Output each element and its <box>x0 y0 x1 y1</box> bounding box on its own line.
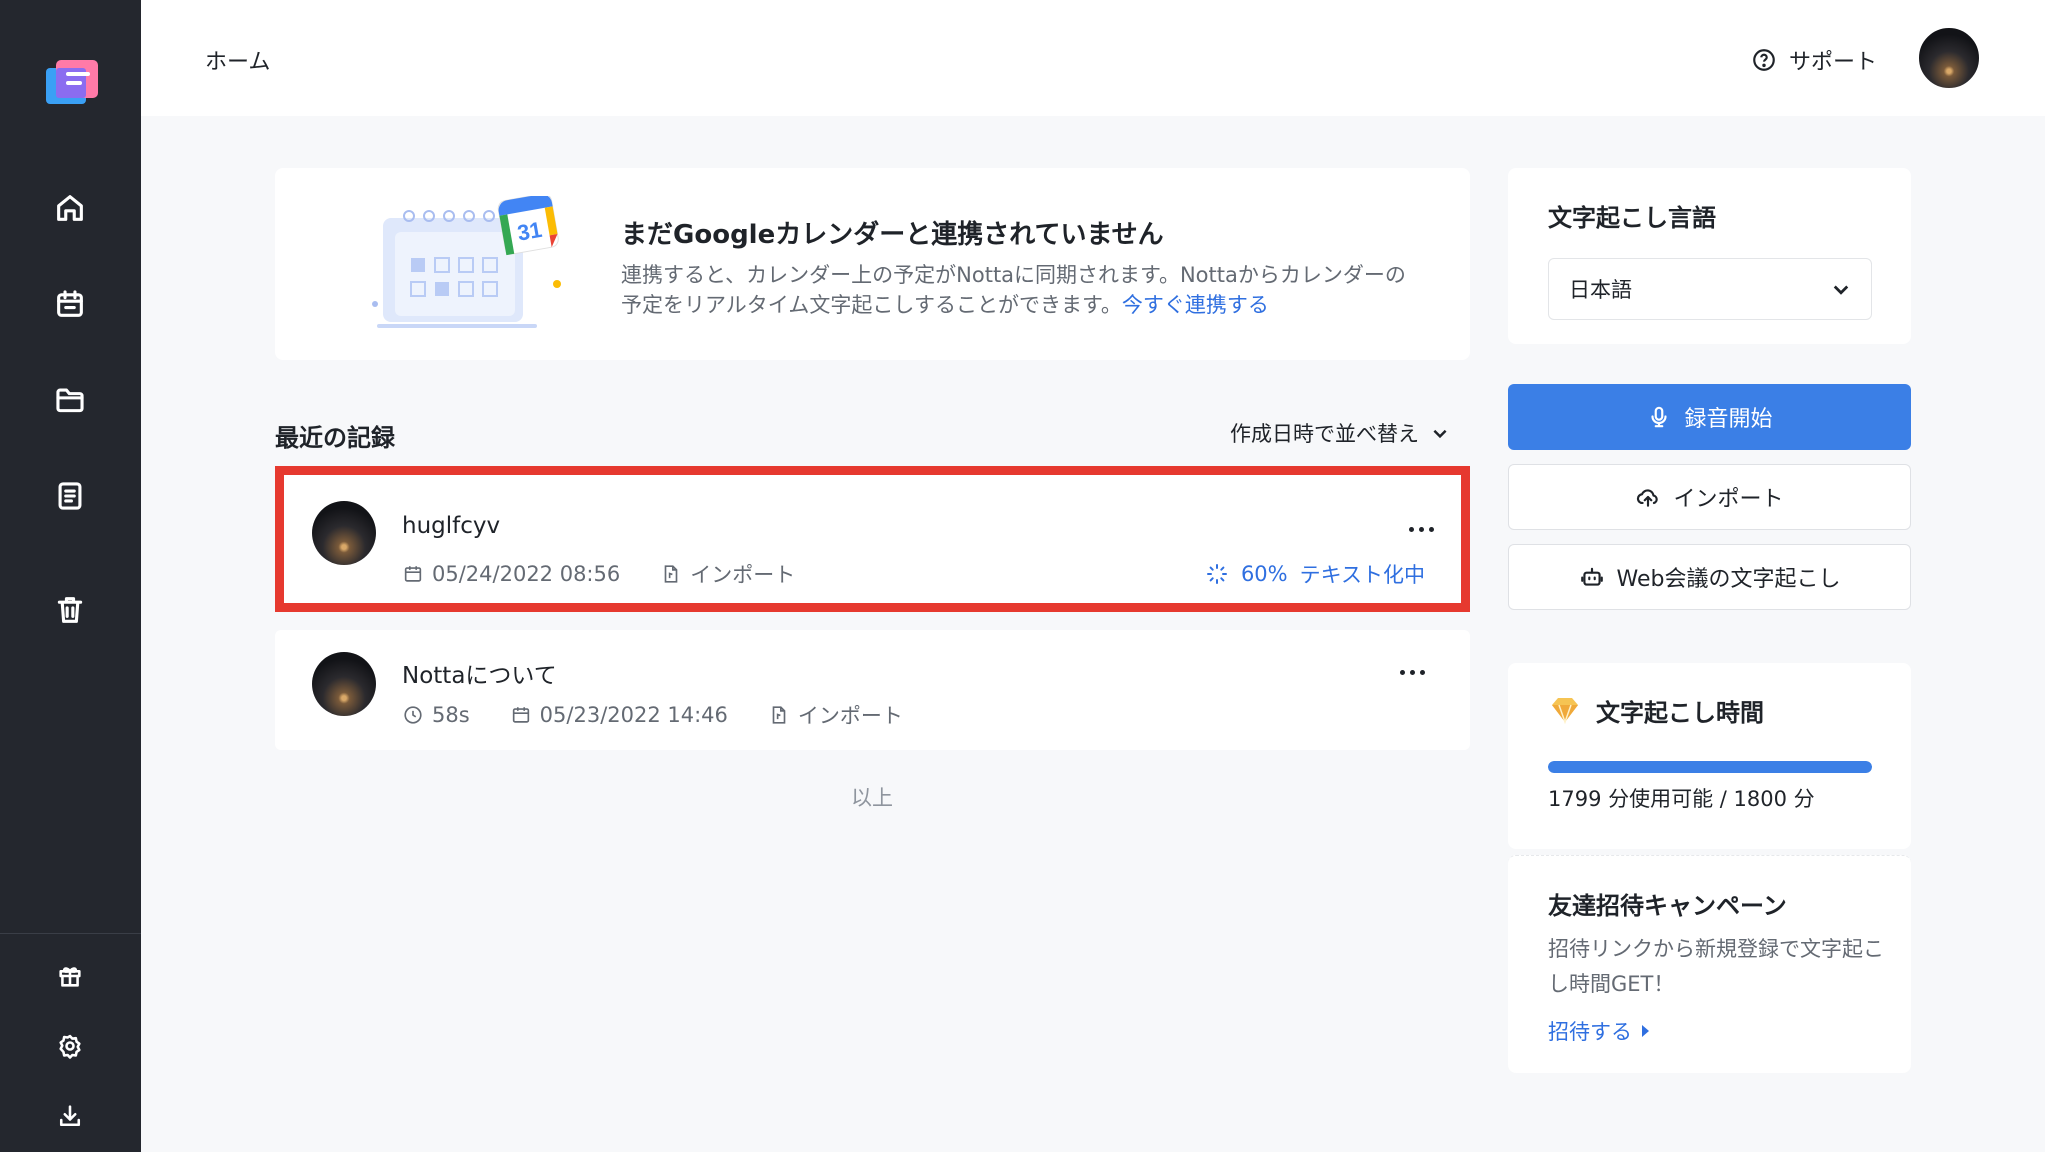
gift-icon[interactable] <box>50 956 90 996</box>
more-options-button[interactable] <box>1409 527 1434 532</box>
chevron-down-icon <box>1833 285 1849 295</box>
record-item[interactable]: huglfcyv 05/24/2022 08:56 インポート 60% テキスト… <box>275 466 1470 612</box>
trash-icon[interactable] <box>50 590 90 630</box>
chevron-down-icon <box>1433 429 1447 439</box>
record-avatar <box>312 652 376 716</box>
calendar-day-number: 31 <box>515 217 543 246</box>
download-icon[interactable] <box>50 1096 90 1136</box>
file-audio-icon <box>664 565 678 583</box>
transcription-time-text: 1799 分使用可能 / 1800 分 <box>1548 787 1815 811</box>
start-recording-button[interactable]: 録音開始 <box>1508 384 1911 450</box>
more-options-button[interactable] <box>1400 670 1425 675</box>
record-meta: 58s 05/23/2022 14:46 インポート <box>402 700 943 730</box>
record-source: インポート <box>768 700 903 730</box>
calendar-icon <box>404 566 422 582</box>
google-calendar-banner: 31 まだGoogleカレンダーと連携されていません 連携すると、カレンダー上の… <box>275 168 1470 360</box>
transcription-language-card: 文字起こし言語 日本語 <box>1508 168 1911 344</box>
diamond-icon <box>1552 697 1578 724</box>
calendar-icon[interactable] <box>50 284 90 324</box>
language-select[interactable]: 日本語 <box>1548 258 1872 320</box>
record-date: 05/23/2022 14:46 <box>510 703 728 727</box>
home-icon[interactable] <box>50 188 90 228</box>
banner-desc-line2: 予定をリアルタイム文字起こしすることができます。 <box>621 293 1122 317</box>
notta-logo-icon[interactable] <box>42 56 102 112</box>
top-header: ホーム サポート <box>141 0 2045 116</box>
record-date: 05/24/2022 08:56 <box>402 562 620 586</box>
microphone-icon <box>1651 406 1668 428</box>
transcription-time-progress-fill <box>1548 761 1872 773</box>
record-source: インポート <box>660 559 795 589</box>
banner-description: 連携すると、カレンダー上の予定がNottaに同期されます。Nottaからカレンダ… <box>621 260 1451 320</box>
transcription-time-card: 文字起こし時間 1799 分使用可能 / 1800 分 <box>1508 663 1911 849</box>
notes-icon[interactable] <box>50 476 90 516</box>
record-item[interactable]: Nottaについて 58s 05/23/2022 14:46 インポート <box>275 630 1470 750</box>
breadcrumb-home[interactable]: ホーム <box>205 44 270 76</box>
invite-link[interactable]: 招待する <box>1548 1016 1649 1046</box>
record-title: Nottaについて <box>402 663 557 689</box>
robot-icon <box>1580 567 1603 586</box>
support-link[interactable]: サポート <box>1751 44 1877 76</box>
help-icon <box>1753 49 1775 71</box>
support-label: サポート <box>1789 50 1878 75</box>
import-button[interactable]: インポート <box>1508 464 1911 530</box>
language-selected-value: 日本語 <box>1569 278 1632 302</box>
progress-status-text: テキスト化中 <box>1299 563 1425 587</box>
invite-description: 招待リンクから新規登録で文字起こし時間GET！ <box>1548 937 1884 996</box>
invite-campaign-card: 友達招待キャンペーン 招待リンクから新規登録で文字起こし時間GET！ 招待する <box>1508 855 1911 1073</box>
loading-spinner-icon <box>1206 564 1227 584</box>
calendar-illustration: 31 <box>365 193 575 336</box>
end-of-list-label: 以上 <box>851 786 893 810</box>
progress-percent: 60% <box>1240 562 1288 586</box>
sidebar <box>0 0 141 1152</box>
connect-now-link[interactable]: 今すぐ連携する <box>1122 293 1269 317</box>
transcription-time-progress-bar <box>1548 761 1872 773</box>
invite-title: 友達招待キャンペーン <box>1548 892 1787 920</box>
file-audio-icon <box>772 706 786 724</box>
banner-title: まだGoogleカレンダーと連携されていません <box>621 220 1164 250</box>
language-label: 文字起こし言語 <box>1548 204 1716 232</box>
settings-icon[interactable] <box>50 1026 90 1066</box>
sidebar-divider <box>0 933 141 934</box>
transcription-time-title: 文字起こし時間 <box>1548 693 1764 728</box>
record-duration: 58s <box>402 703 470 727</box>
clock-icon <box>404 706 422 724</box>
record-meta: 05/24/2022 08:56 インポート <box>402 559 835 589</box>
transcription-progress: 60% テキスト化中 <box>1205 559 1425 589</box>
sort-label: 作成日時で並べ替え <box>1230 422 1419 446</box>
record-avatar <box>312 501 376 565</box>
banner-desc-line1: 連携すると、カレンダー上の予定がNottaに同期されます。Nottaからカレンダ… <box>621 263 1406 287</box>
user-avatar[interactable] <box>1917 26 1981 90</box>
recent-records-title: 最近の記録 <box>275 424 395 452</box>
sort-dropdown[interactable]: 作成日時で並べ替え <box>1230 418 1449 448</box>
calendar-icon <box>512 707 529 723</box>
triangle-right-icon <box>1642 1025 1649 1037</box>
folder-icon[interactable] <box>50 380 90 420</box>
web-meeting-transcription-button[interactable]: Web会議の文字起こし <box>1508 544 1911 610</box>
cloud-upload-icon <box>1637 489 1659 507</box>
record-title: huglfcyv <box>402 513 501 539</box>
